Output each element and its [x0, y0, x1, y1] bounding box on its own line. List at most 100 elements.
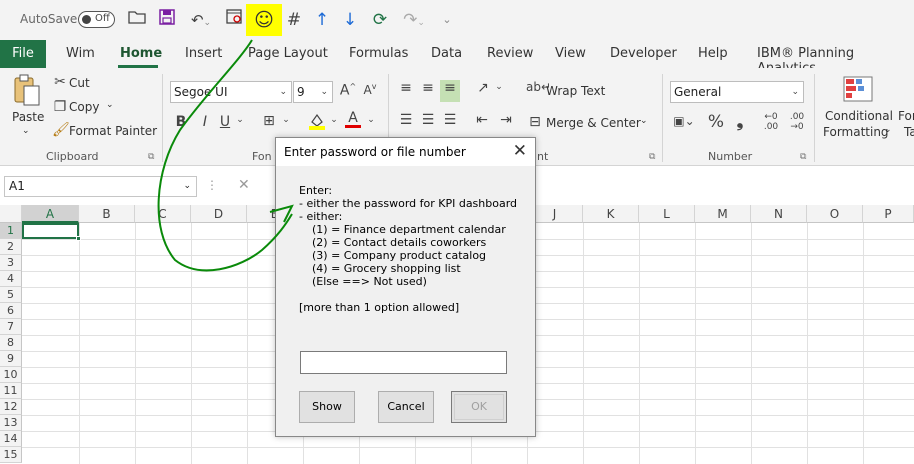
row-header[interactable]: 9: [0, 351, 22, 367]
undo-icon[interactable]: ↶⌄: [186, 8, 216, 32]
ok-button[interactable]: OK: [451, 391, 507, 423]
tab-file[interactable]: File: [0, 40, 46, 68]
format-painter-button[interactable]: Format Painter: [69, 124, 157, 138]
align-right-icon[interactable]: ☰: [440, 112, 460, 128]
tab-developer[interactable]: Developer: [610, 46, 677, 61]
column-header[interactable]: K: [583, 205, 639, 223]
dialog-titlebar[interactable]: Enter password or file number ✕: [276, 138, 535, 166]
column-header[interactable]: O: [807, 205, 863, 223]
decrease-font-icon[interactable]: Av: [361, 82, 379, 97]
tab-help[interactable]: Help: [698, 46, 728, 61]
fill-color-icon[interactable]: [308, 112, 326, 134]
font-name-combo[interactable]: Segoe UI ⌄: [170, 81, 292, 103]
underline-dropdown-icon[interactable]: ⌄: [234, 115, 246, 125]
font-size-combo[interactable]: 9 ⌄: [293, 81, 333, 103]
percent-icon[interactable]: %: [706, 112, 726, 132]
row-header[interactable]: 11: [0, 383, 22, 399]
conditional-formatting-line1[interactable]: Conditional: [825, 109, 893, 123]
column-header[interactable]: C: [135, 205, 191, 223]
font-color-icon[interactable]: A: [344, 111, 362, 128]
refresh-icon[interactable]: ⟳: [369, 8, 391, 32]
wrap-text-button[interactable]: Wrap Text: [546, 84, 605, 98]
italic-icon[interactable]: I: [198, 114, 212, 130]
copy-button[interactable]: Copy: [69, 100, 99, 114]
alignment-launcher-icon[interactable]: ⧉: [649, 152, 655, 162]
decrease-indent-icon[interactable]: ⇤: [472, 112, 492, 128]
borders-icon[interactable]: ⊞: [260, 113, 278, 129]
paste-dropdown-icon[interactable]: ⌄: [22, 126, 30, 136]
conditional-formatting-line2[interactable]: Formatting: [823, 125, 889, 139]
tab-review[interactable]: Review: [487, 46, 533, 61]
row-header[interactable]: 12: [0, 399, 22, 415]
row-header[interactable]: 14: [0, 431, 22, 447]
format-painter-icon[interactable]: 🖌: [52, 122, 70, 138]
wrap-text-icon[interactable]: ab↵: [526, 80, 551, 94]
row-header[interactable]: 10: [0, 367, 22, 383]
row-header[interactable]: 6: [0, 303, 22, 319]
cut-icon[interactable]: ✂: [52, 74, 68, 90]
column-header[interactable]: A: [22, 205, 79, 223]
column-header[interactable]: N: [751, 205, 807, 223]
copy-dropdown-icon[interactable]: ⌄: [106, 100, 114, 110]
hash-icon[interactable]: #: [284, 8, 304, 32]
row-header[interactable]: 13: [0, 415, 22, 431]
format-as-table-line2[interactable]: Ta: [904, 125, 914, 139]
clipboard-launcher-icon[interactable]: ⧉: [148, 152, 154, 162]
sort-down-icon[interactable]: ↓: [340, 8, 360, 32]
save-icon[interactable]: [156, 8, 178, 32]
comma-style-icon[interactable]: ❟: [732, 112, 748, 132]
conditional-formatting-icon[interactable]: [842, 76, 874, 106]
fill-dropdown-icon[interactable]: ⌄: [328, 115, 340, 125]
align-bottom-icon[interactable]: ≡: [440, 80, 460, 102]
row-header[interactable]: 7: [0, 319, 22, 335]
align-left-icon[interactable]: ☰: [396, 112, 416, 128]
tab-insert[interactable]: Insert: [185, 46, 222, 61]
merge-center-icon[interactable]: ⊟: [526, 114, 544, 130]
underline-icon[interactable]: U: [218, 114, 232, 130]
row-header[interactable]: 2: [0, 239, 22, 255]
increase-font-icon[interactable]: A^: [339, 82, 357, 99]
column-header[interactable]: L: [639, 205, 695, 223]
format-as-table-line1[interactable]: For: [898, 109, 914, 123]
column-header[interactable]: B: [79, 205, 135, 223]
smiley-icon[interactable]: ☺: [252, 8, 276, 32]
orientation-dropdown-icon[interactable]: ⌄: [494, 82, 504, 92]
bold-icon[interactable]: B: [174, 114, 188, 130]
redo-icon[interactable]: ↷⌄: [398, 8, 430, 32]
tab-formulas[interactable]: Formulas: [349, 46, 408, 61]
number-launcher-icon[interactable]: ⧉: [800, 152, 806, 162]
cancel-button[interactable]: Cancel: [378, 391, 434, 423]
copy-icon[interactable]: ❐: [52, 99, 68, 115]
increase-indent-icon[interactable]: ⇥: [496, 112, 516, 128]
autosave-toggle[interactable]: Off: [78, 11, 115, 28]
paste-icon[interactable]: [10, 74, 44, 112]
sort-up-icon[interactable]: ↑: [312, 8, 332, 32]
close-icon[interactable]: ✕: [513, 141, 527, 161]
select-all-corner[interactable]: [0, 205, 22, 223]
column-header[interactable]: D: [191, 205, 247, 223]
merge-center-button[interactable]: Merge & Center: [546, 116, 641, 130]
show-button[interactable]: Show: [299, 391, 355, 423]
column-header[interactable]: M: [695, 205, 751, 223]
row-header[interactable]: 5: [0, 287, 22, 303]
orientation-icon[interactable]: ↗: [472, 80, 494, 96]
customize-icon[interactable]: ⌄: [440, 8, 454, 32]
tab-page-layout[interactable]: Page Layout: [248, 46, 328, 61]
tab-home[interactable]: Home: [120, 46, 162, 61]
password-input[interactable]: [300, 351, 507, 374]
row-header[interactable]: 8: [0, 335, 22, 351]
print-preview-icon[interactable]: [224, 8, 246, 32]
name-box[interactable]: A1 ⌄: [4, 176, 197, 197]
align-middle-icon[interactable]: ≡: [418, 80, 438, 96]
row-header[interactable]: 3: [0, 255, 22, 271]
row-header[interactable]: 15: [0, 447, 22, 463]
paste-button[interactable]: Paste: [12, 110, 44, 124]
number-format-combo[interactable]: General ⌄: [670, 81, 804, 103]
cancel-entry-icon[interactable]: ✕: [238, 177, 250, 193]
conditional-dropdown-icon[interactable]: ⌄: [884, 125, 892, 135]
merge-dropdown-icon[interactable]: ⌄: [640, 116, 648, 126]
row-header[interactable]: 1: [0, 223, 22, 239]
accounting-format-icon[interactable]: ▣⌄: [670, 114, 698, 128]
fill-handle[interactable]: [76, 236, 81, 241]
align-center-icon[interactable]: ☰: [418, 112, 438, 128]
